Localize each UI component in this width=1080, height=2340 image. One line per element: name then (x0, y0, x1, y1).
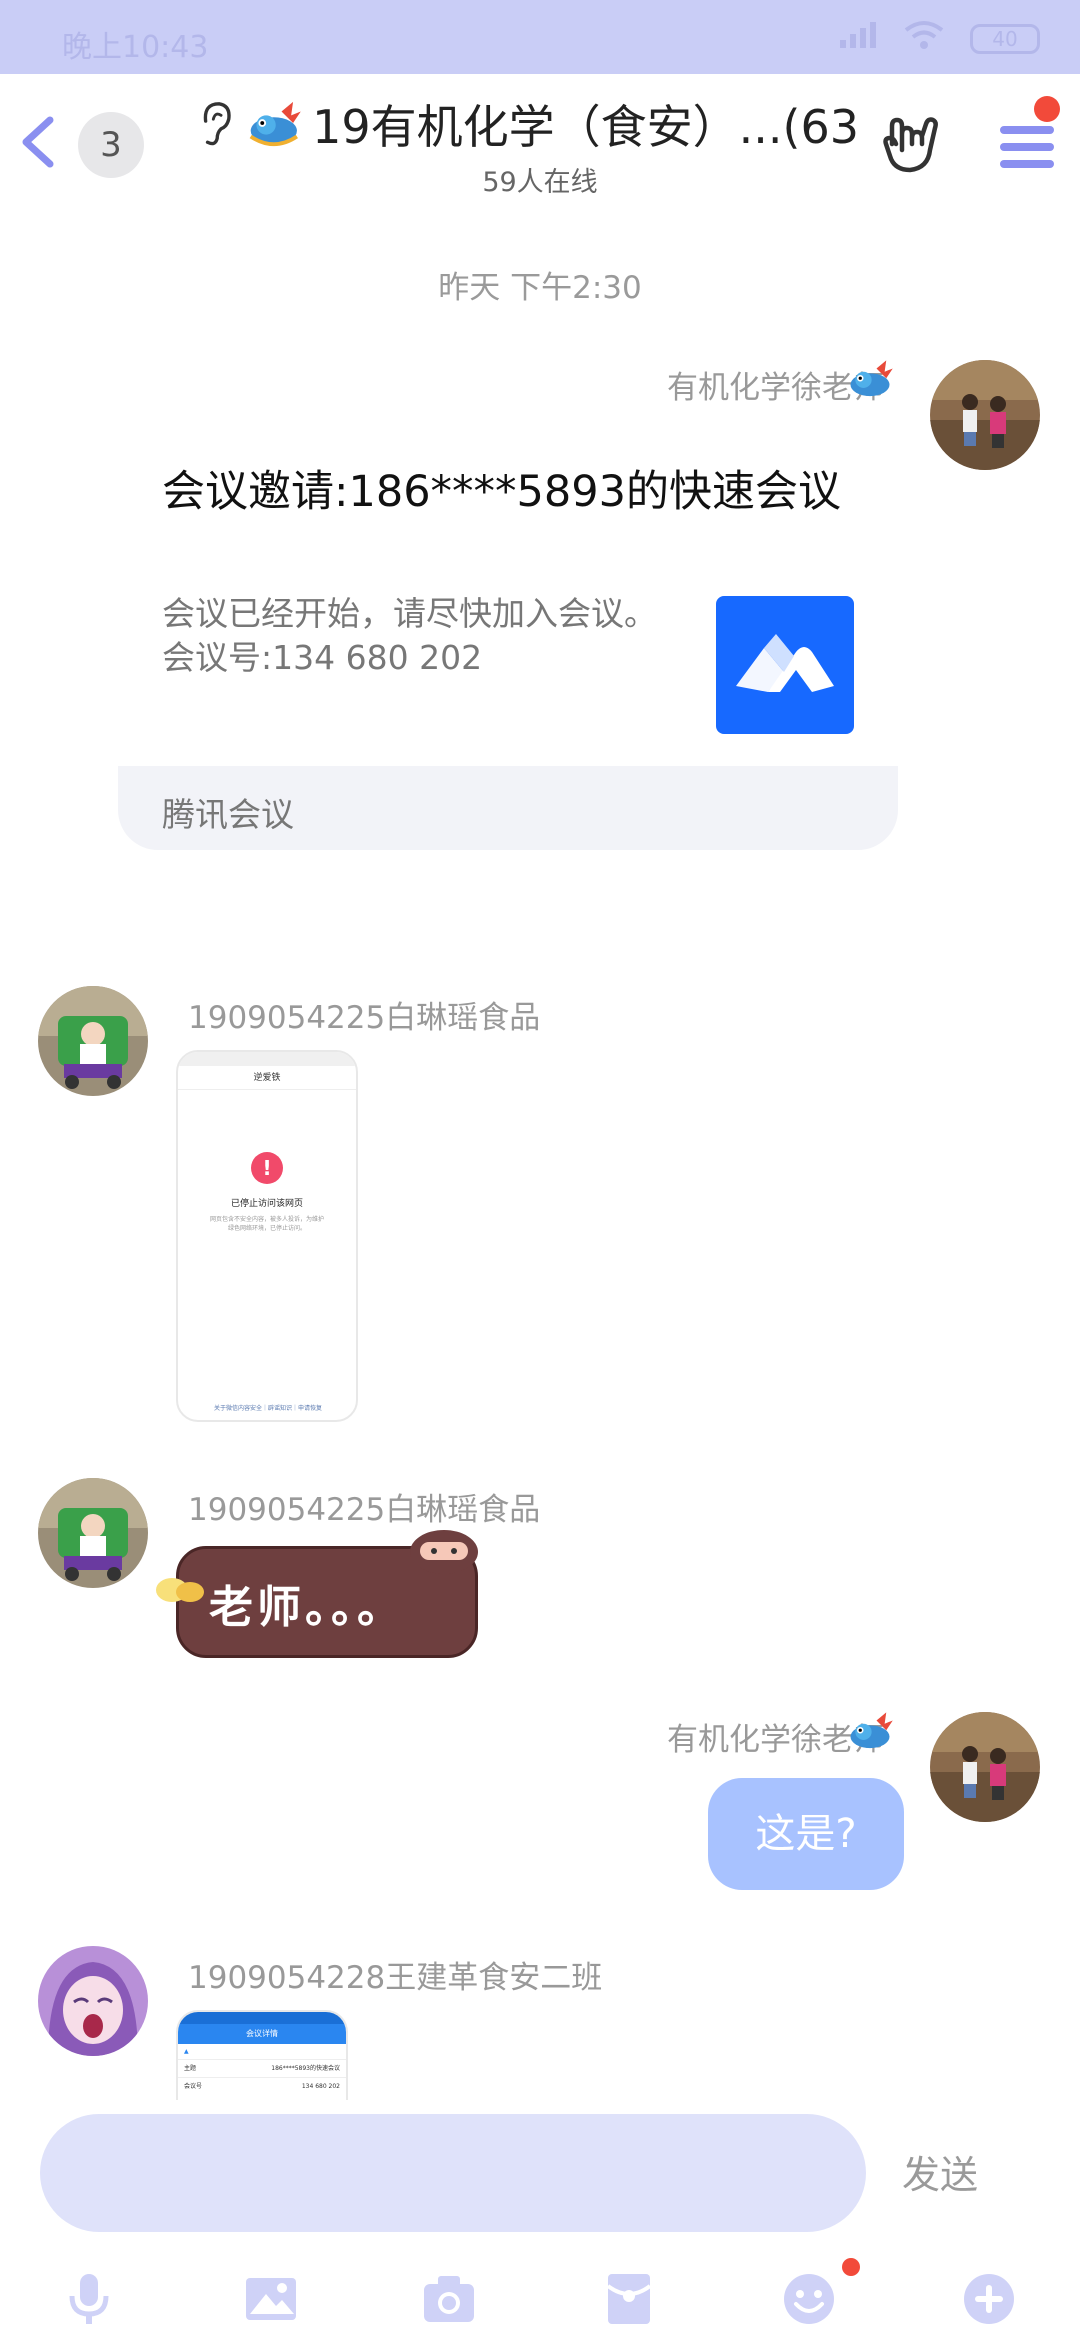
notification-dot (1034, 96, 1060, 122)
message-input[interactable] (40, 2114, 866, 2232)
hand-icon (156, 1578, 204, 1602)
chat-header: 3 19有机化学（食安）...(63) 59人在线 (0, 74, 1080, 210)
status-bar: 晚上10:43 40 (0, 0, 1080, 74)
image-message[interactable]: 逆爱铁 ! 已停止访问该网页 网页包含不安全内容，被多人投诉，为维护绿色网络环境… (176, 1050, 358, 1422)
dragon-badge-icon (850, 360, 893, 397)
ear-icon (203, 102, 231, 146)
menu-icon[interactable] (996, 118, 1058, 176)
avatar[interactable] (38, 1478, 148, 1588)
status-time: 晚上10:43 (62, 30, 209, 65)
avatar[interactable] (930, 1712, 1040, 1822)
emoji-icon[interactable] (782, 2272, 836, 2326)
group-title-row[interactable]: 19有机化学（食安）...(63) (196, 94, 856, 154)
mic-icon[interactable] (62, 2272, 116, 2326)
camera-icon[interactable] (422, 2272, 476, 2326)
dragon-badge-icon (850, 1712, 893, 1749)
image-icon[interactable] (244, 2272, 298, 2326)
meeting-invite-card[interactable]: 会议邀请:186****5893的快速会议 会议已经开始，请尽快加入会议。会议号… (118, 446, 898, 850)
card-title: 会议邀请:186****5893的快速会议 (162, 467, 841, 517)
thumb-row: ▲ (178, 2044, 346, 2060)
ninja-face-icon (410, 1530, 478, 1574)
thumb-row: 会议号 134 680 202 (184, 2083, 340, 2090)
avatar[interactable] (38, 1946, 148, 2056)
thumb-footer: 关于微信内容安全｜辟谣知识｜申请恢复 (213, 1405, 322, 1412)
warning-icon: ! (251, 1152, 283, 1184)
battery-icon: 40 (970, 23, 1040, 54)
card-footer: 腾讯会议 (118, 766, 898, 850)
wifi-icon (904, 20, 944, 57)
card-body: 会议邀请:186****5893的快速会议 会议已经开始，请尽快加入会议。会议号… (118, 446, 898, 766)
text-message-bubble[interactable]: 这是? (708, 1778, 904, 1890)
thumb-header: 会议详情 (178, 2024, 346, 2044)
thumb-body: 网页包含不安全内容，被多人投诉，为维护绿色网络环境，已停止访问。 (209, 1216, 324, 1232)
plus-icon[interactable] (962, 2272, 1016, 2326)
red-packet-icon[interactable] (602, 2272, 656, 2326)
signal-icon (838, 20, 878, 57)
thumb-statusbar (178, 2012, 346, 2024)
notification-dot (842, 2258, 860, 2276)
thumb-row: 主题 186****5893的快速会议 (178, 2060, 346, 2078)
image-message[interactable]: 会议详情 ▲ 主题 186****5893的快速会议 会议号 134 680 2… (176, 2010, 348, 2100)
input-bar: 发送 (0, 2100, 1080, 2340)
sender-name: 1909054228王建革食安二班 (188, 1960, 603, 1996)
thumb-title: 已停止访问该网页 (230, 1199, 303, 1209)
thumb-statusbar (178, 1052, 356, 1066)
sender-name: 1909054225白琳瑶食品 (188, 1000, 541, 1036)
sticker-text: 老师。。。 (209, 1582, 405, 1633)
group-title: 19有机化学（食安）...(63) (312, 100, 856, 154)
sender-name: 1909054225白琳瑶食品 (188, 1492, 541, 1528)
avatar[interactable] (38, 986, 148, 1096)
dragon-badge-icon (249, 101, 301, 147)
card-description: 会议已经开始，请尽快加入会议。会议号:134 680 202 (162, 594, 657, 677)
tencent-meeting-logo (716, 596, 854, 734)
card-source: 腾讯会议 (162, 795, 294, 834)
send-button[interactable]: 发送 (902, 2144, 978, 2199)
avatar[interactable] (930, 360, 1040, 470)
hand-gesture-icon[interactable] (880, 114, 940, 176)
thumb-header: 逆爱铁 (178, 1066, 356, 1090)
status-icons: 40 (838, 20, 1040, 57)
message-timestamp: 昨天 下午2:30 (438, 270, 642, 306)
